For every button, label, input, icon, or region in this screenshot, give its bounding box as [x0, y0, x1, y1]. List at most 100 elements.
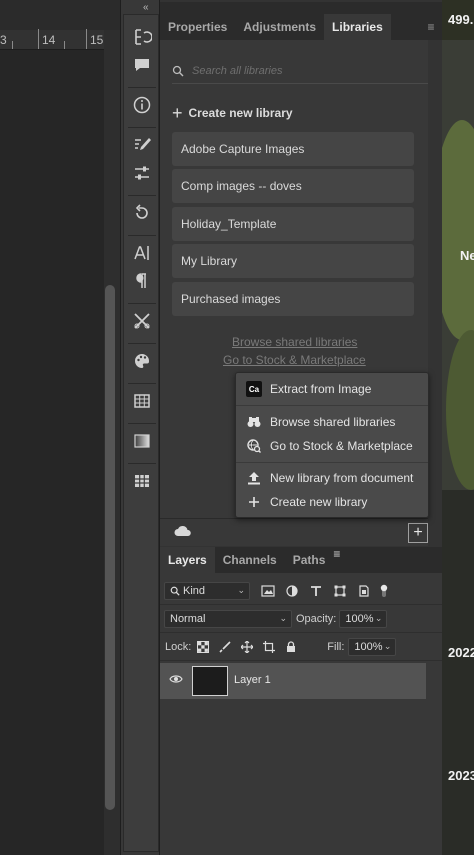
menu-item-label: New library from document: [270, 471, 414, 485]
collapse-panels-icon[interactable]: «: [143, 2, 149, 13]
menu-divider: [236, 462, 428, 463]
divider: [128, 463, 156, 464]
adobe-capture-icon: Ca: [246, 381, 262, 397]
swatches-grid-icon[interactable]: [130, 389, 154, 413]
divider: [128, 303, 156, 304]
adjustments-sliders-icon[interactable]: [130, 161, 154, 185]
library-item[interactable]: Purchased images: [172, 282, 414, 316]
blend-mode-value: Normal: [170, 612, 206, 625]
menu-item-new-library-from-document[interactable]: New library from document: [246, 470, 413, 486]
info-icon[interactable]: [130, 93, 154, 117]
menu-item-browse-shared-libraries[interactable]: Browse shared libraries: [246, 414, 395, 430]
comments-icon[interactable]: [130, 53, 154, 77]
library-item[interactable]: My Library: [172, 244, 414, 278]
add-library-button[interactable]: +: [408, 523, 428, 543]
menu-item-label: Create new library: [270, 495, 368, 509]
lock-fill-row: Lock: Fill: 100% ⌄: [160, 633, 442, 661]
divider: [128, 195, 156, 196]
add-content-menu: Ca Extract from Image Browse shared libr…: [235, 372, 429, 518]
opacity-input[interactable]: 100% ⌄: [339, 609, 388, 628]
panel-menu-icon[interactable]: ≡: [420, 14, 442, 40]
menu-item-label: Extract from Image: [270, 382, 372, 396]
opacity-label: Opacity:: [296, 612, 337, 625]
clone-source-icon[interactable]: [130, 201, 154, 225]
tab-layers[interactable]: Layers: [160, 547, 215, 573]
ruler-label: 3: [0, 33, 7, 47]
lock-label: Lock:: [165, 640, 192, 653]
opacity-value: 100%: [345, 612, 374, 625]
layer-thumbnail[interactable]: [192, 666, 228, 696]
chevron-down-icon: ⌄: [237, 585, 245, 595]
ruler-tick: [86, 29, 87, 49]
upload-icon: [246, 470, 262, 486]
lock-transparent-pixels-icon[interactable]: [193, 638, 213, 656]
type-filter-icon[interactable]: [306, 582, 326, 600]
menu-divider: [236, 405, 428, 406]
libraries-scrollbar[interactable]: [428, 40, 442, 518]
layer-name[interactable]: Layer 1: [234, 674, 271, 686]
brush-settings-icon[interactable]: [130, 133, 154, 157]
fill-label: Fill:: [327, 640, 345, 653]
fill-value: 100%: [354, 640, 383, 653]
adjustment-filter-icon[interactable]: [282, 582, 302, 600]
browse-shared-libraries-link[interactable]: Browse shared libraries: [232, 335, 357, 349]
divider: [128, 383, 156, 384]
panel-collapse-bar[interactable]: [160, 2, 442, 14]
menu-item-label: Go to Stock & Marketplace: [270, 439, 413, 453]
plus-icon: +: [172, 103, 183, 123]
divider: [128, 127, 156, 128]
stock-marketplace-link[interactable]: Go to Stock & Marketplace: [223, 353, 366, 367]
tab-channels[interactable]: Channels: [215, 547, 285, 573]
shape-filter-icon[interactable]: [330, 582, 350, 600]
fill-input[interactable]: 100% ⌄: [348, 637, 397, 656]
libraries-footer: +: [160, 518, 428, 546]
photo-text: 2022: [448, 645, 474, 660]
library-item[interactable]: Holiday_Template: [172, 207, 414, 241]
binoculars-icon: [246, 414, 262, 430]
cloud-icon[interactable]: [174, 525, 192, 537]
stock-search-icon: [246, 438, 262, 454]
history-icon[interactable]: [130, 25, 154, 49]
create-new-library-label: Create new library: [188, 106, 293, 120]
search-icon: [170, 586, 180, 596]
color-palette-icon[interactable]: [130, 349, 154, 373]
tab-paths[interactable]: Paths: [285, 547, 334, 573]
layers-menu-icon[interactable]: ≡: [333, 547, 340, 573]
vertical-scrollbar-thumb[interactable]: [105, 285, 115, 810]
tab-adjustments[interactable]: Adjustments: [235, 14, 324, 40]
layer-row[interactable]: Layer 1: [160, 663, 426, 699]
filter-kind-select[interactable]: Kind ⌄: [164, 581, 250, 600]
filter-kind-value: Kind: [183, 584, 206, 597]
smart-object-filter-icon[interactable]: [354, 582, 374, 600]
lock-all-icon[interactable]: [281, 638, 301, 656]
patterns-icon[interactable]: [130, 469, 154, 493]
layers-tab-bar: Layers Channels Paths ≡: [160, 547, 442, 573]
create-new-library-button[interactable]: + Create new library: [172, 104, 293, 122]
lock-image-pixels-icon[interactable]: [215, 638, 235, 656]
divider: [128, 343, 156, 344]
background-photo-strip: 499. Ne 2022 2023: [442, 0, 474, 855]
menu-item-go-to-stock[interactable]: Go to Stock & Marketplace: [246, 438, 413, 454]
pixel-filter-icon[interactable]: [258, 582, 278, 600]
character-icon[interactable]: [130, 241, 154, 265]
properties-tab-bar: Properties Adjustments Libraries ≡: [160, 14, 442, 40]
blend-opacity-row: Normal ⌄ Opacity: 100% ⌄: [160, 605, 442, 633]
tab-libraries[interactable]: Libraries: [324, 14, 391, 40]
menu-item-extract-from-image[interactable]: Ca Extract from Image: [246, 381, 371, 397]
tab-properties[interactable]: Properties: [160, 14, 235, 40]
library-item[interactable]: Comp images -- doves: [172, 169, 414, 203]
tool-presets-icon[interactable]: [130, 309, 154, 333]
blend-mode-select[interactable]: Normal ⌄: [164, 609, 292, 628]
panel-icon-strip: «: [120, 0, 160, 855]
canvas-area: 3 14 15: [0, 0, 120, 855]
library-item[interactable]: Adobe Capture Images: [172, 132, 414, 166]
menu-item-create-new-library[interactable]: Create new library: [246, 494, 367, 510]
library-search-field[interactable]: Search all libraries: [172, 58, 428, 84]
paragraph-icon[interactable]: [130, 269, 154, 293]
lock-artboard-icon[interactable]: [259, 638, 279, 656]
lock-position-icon[interactable]: [237, 638, 257, 656]
filter-toggle-icon[interactable]: [374, 582, 394, 600]
gradients-icon[interactable]: [130, 429, 154, 453]
visibility-eye-icon[interactable]: [169, 674, 183, 684]
photo-dark-area: [442, 490, 474, 855]
